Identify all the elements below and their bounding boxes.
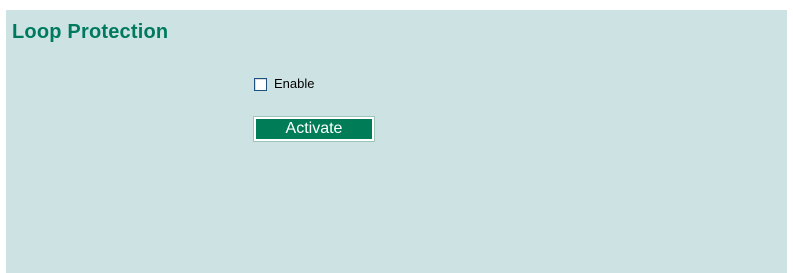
activate-button[interactable]: Activate — [253, 116, 375, 142]
loop-protection-panel: Loop Protection Enable Activate — [6, 10, 787, 273]
page-title: Loop Protection — [12, 21, 169, 43]
enable-label: Enable — [274, 76, 315, 91]
enable-option[interactable]: Enable — [254, 76, 314, 92]
enable-checkbox[interactable] — [254, 77, 267, 91]
